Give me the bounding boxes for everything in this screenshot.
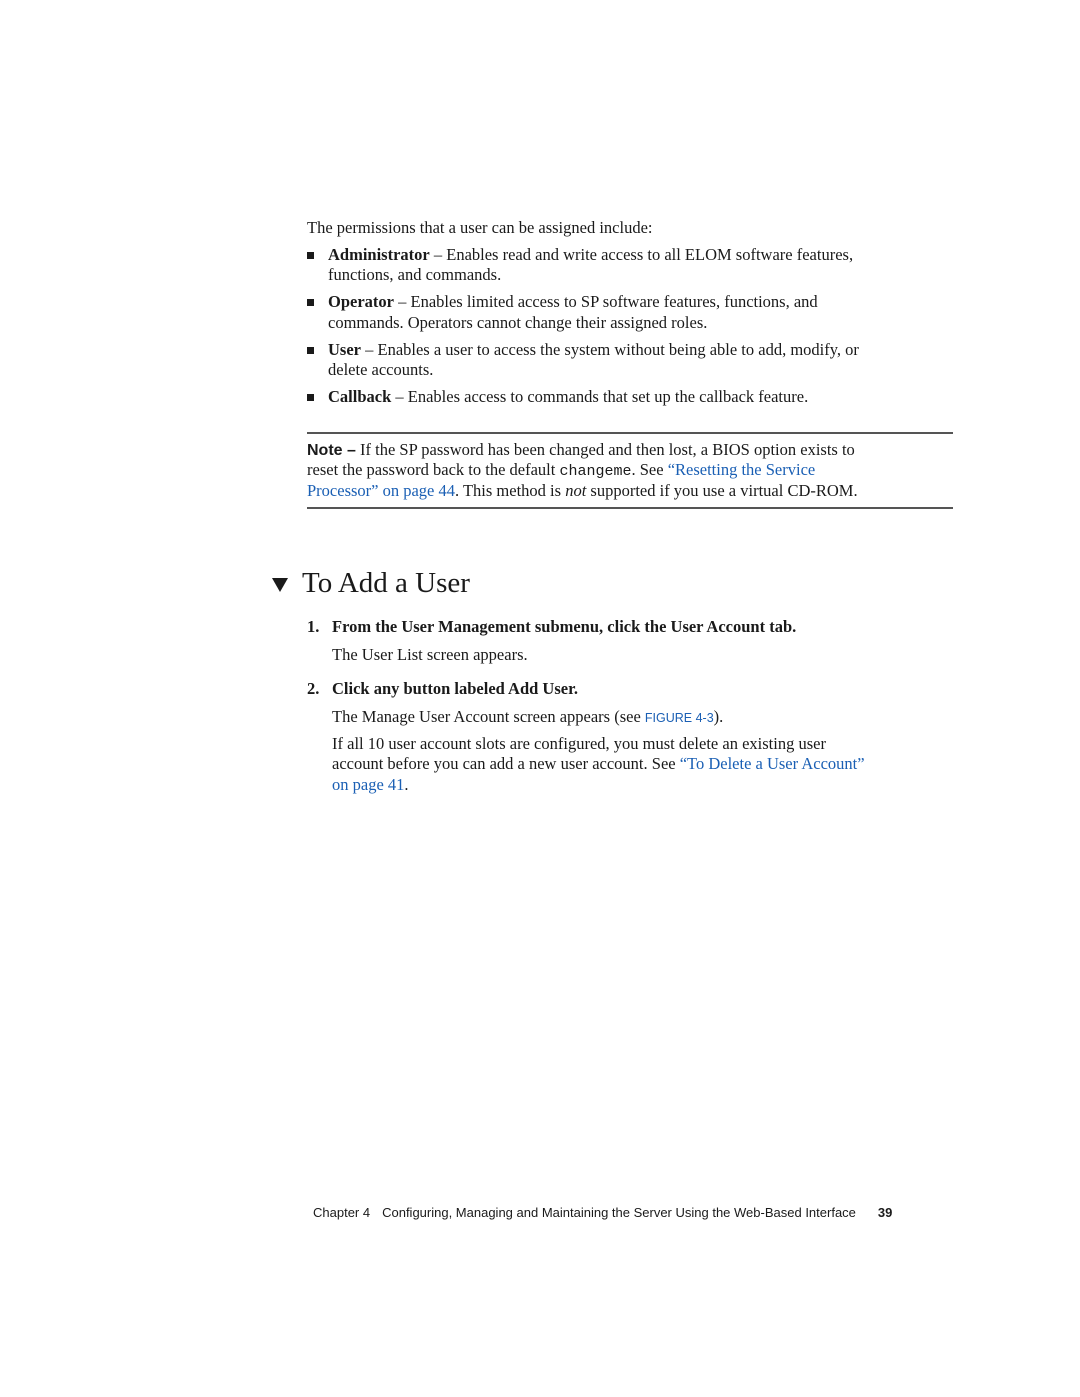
bullet-icon: [307, 293, 317, 306]
figure-4-3-link[interactable]: FIGURE 4-3: [645, 711, 714, 725]
step-number: 1.: [307, 617, 320, 636]
permission-name: Operator: [328, 292, 394, 311]
step-extra-text: .: [404, 775, 409, 794]
page-number: 39: [877, 1205, 893, 1220]
permission-name: User: [328, 340, 361, 359]
resetting-sp-link-cont[interactable]: Processor” on page 44: [307, 481, 455, 500]
down-triangle-icon: [272, 578, 288, 593]
step-instruction: Click any button labeled Add User.: [332, 679, 579, 698]
step-result: ).: [713, 707, 724, 726]
permission-name: Administrator: [328, 245, 430, 264]
permission-desc: – Enables read and write access to all E…: [429, 245, 854, 264]
bullet-icon: [307, 246, 317, 259]
note-emphasis: not: [565, 481, 587, 500]
resetting-sp-link[interactable]: “Resetting the Service: [668, 460, 816, 479]
permission-desc-cont: functions, and commands.: [328, 265, 502, 284]
note-text: supported if you use a virtual CD-ROM.: [586, 481, 858, 500]
bullet-icon: [307, 341, 317, 354]
step-number: 2.: [307, 679, 320, 698]
permission-name: Callback: [328, 387, 392, 406]
permission-desc-cont: commands. Operators cannot change their …: [328, 313, 708, 332]
note-text: . See: [631, 460, 668, 479]
note-text: reset the password back to the default: [307, 460, 560, 479]
delete-user-account-link-cont[interactable]: on page 41: [332, 775, 404, 794]
default-password-code: changeme: [559, 463, 632, 480]
page-footer: Chapter 4 Configuring, Managing and Maint…: [313, 1205, 892, 1220]
permission-desc: – Enables limited access to SP software …: [393, 292, 818, 311]
permission-desc-cont: delete accounts.: [328, 360, 434, 379]
step-result: The User List screen appears.: [332, 645, 528, 664]
permission-desc: – Enables access to commands that set up…: [391, 387, 809, 406]
bullet-icon: [307, 388, 317, 401]
delete-user-account-link[interactable]: “To Delete a User Account”: [680, 754, 865, 773]
step-result: The Manage User Account screen appears (…: [332, 707, 645, 726]
section-title: To Add a User: [302, 567, 470, 599]
footer-chapter: Chapter 4: [313, 1205, 371, 1220]
section-heading: To Add a User: [272, 566, 470, 600]
intro-text: The permissions that a user can be assig…: [307, 218, 653, 237]
step-extra-text: If all 10 user account slots are configu…: [332, 734, 826, 753]
note-label: Note –: [307, 442, 356, 459]
footer-title: Configuring, Managing and Maintaining th…: [382, 1205, 856, 1220]
step-extra-text: account before you can add a new user ac…: [332, 754, 680, 773]
step-instruction: From the User Management submenu, click …: [332, 617, 797, 636]
permission-desc: – Enables a user to access the system wi…: [360, 340, 859, 359]
note-text: . This method is: [455, 481, 566, 500]
note-text: If the SP password has been changed and …: [355, 440, 855, 459]
note-bottom-rule: [307, 507, 953, 509]
note-top-rule: [307, 432, 953, 434]
